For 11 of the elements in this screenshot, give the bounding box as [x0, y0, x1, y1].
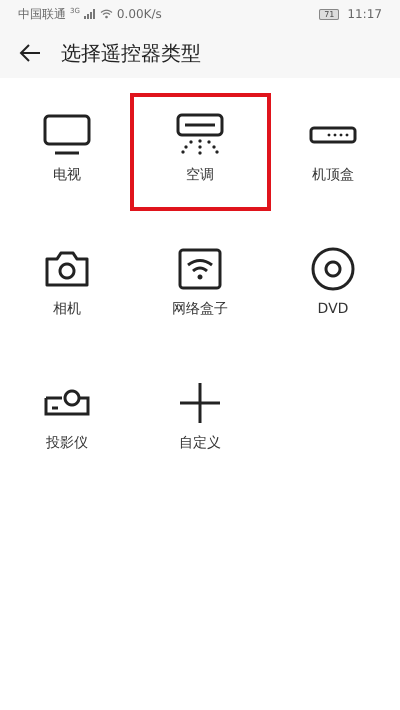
- signal-icon: [84, 9, 96, 19]
- network-speed: 0.00K/s: [116, 7, 162, 21]
- carrier-name: 中国联通: [18, 6, 66, 22]
- wifi-icon: [100, 9, 113, 19]
- clock-time: 11:17: [347, 7, 382, 21]
- set-top-box-icon: [308, 126, 358, 144]
- battery-level: 71: [319, 8, 340, 20]
- air-conditioner-icon: [175, 113, 225, 157]
- tv-icon: [42, 113, 92, 157]
- device-type-item[interactable]: 空调: [130, 93, 270, 211]
- page-title: 选择遥控器类型: [61, 40, 201, 66]
